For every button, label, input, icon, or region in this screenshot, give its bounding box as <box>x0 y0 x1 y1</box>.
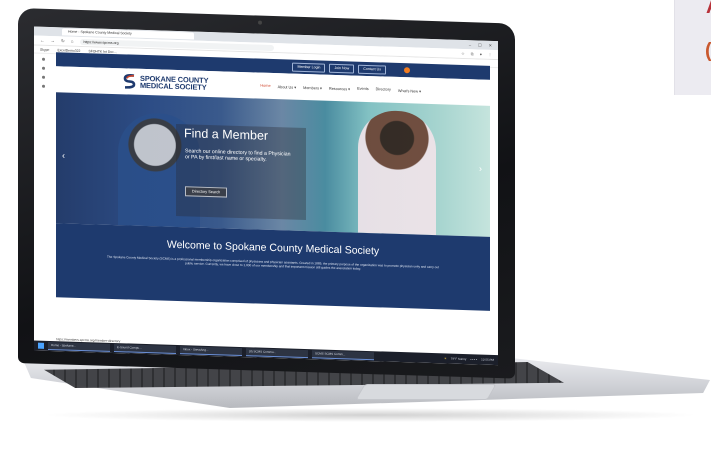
main-menu: Home About Us ▾ Members ▾ Resources ▾ Ev… <box>260 83 421 93</box>
taskbar-item[interactable]: Home - Spokane... <box>48 341 110 352</box>
close-icon[interactable]: ✕ <box>489 43 492 48</box>
taskbar: Home - Spokane... E-Sound Compu... Inbox… <box>34 340 498 366</box>
laptop-screen: Home - Spokane County Medical Society – … <box>34 26 498 366</box>
logo-s-icon <box>123 74 136 89</box>
site-logo[interactable]: SPOKANE COUNTY MEDICAL SOCIETY <box>122 73 208 92</box>
carousel-prev-icon[interactable]: ‹ <box>62 150 65 160</box>
taskbar-item[interactable]: (8) SCMS Commu... <box>246 348 308 359</box>
hero-carousel: Find a Member Search our online director… <box>56 92 490 237</box>
hero-title: Find a Member <box>184 126 269 143</box>
tray-clock[interactable]: 12:55 PM <box>481 358 494 362</box>
partial-card-glyph: ( <box>705 40 711 63</box>
welcome-section: Welcome to Spokane County Medical Societ… <box>56 223 490 311</box>
star-icon[interactable]: ☆ <box>461 51 465 56</box>
logo-text: SPOKANE COUNTY MEDICAL SOCIETY <box>140 73 209 92</box>
weather-icon[interactable]: ☀ <box>444 356 447 360</box>
menu-item-members[interactable]: Members ▾ <box>303 84 322 90</box>
member-login-button[interactable]: Member Login <box>292 62 326 73</box>
rail-icon[interactable] <box>42 75 45 79</box>
rail-icon[interactable] <box>42 66 45 70</box>
laptop-shadow <box>40 408 700 422</box>
menu-item-about[interactable]: About Us ▾ <box>278 84 297 90</box>
rail-icon[interactable] <box>42 57 45 61</box>
taskbar-item[interactable]: E-Sound Compu... <box>114 344 176 354</box>
menu-item-whats-new[interactable]: What's New ▾ <box>398 87 421 93</box>
tray-weather: 79°F Sunny <box>450 356 467 362</box>
address-icons: ☆ ⧉ ● ⋮ <box>461 51 492 57</box>
directory-search-button[interactable]: Directory Search <box>185 186 228 198</box>
taskbar-item[interactable]: SCMS SCMS Comm... <box>312 350 374 361</box>
laptop-trackpad <box>355 384 497 400</box>
reload-icon[interactable]: ↻ <box>61 38 65 44</box>
maximize-icon[interactable]: ☐ <box>478 42 482 47</box>
menu-item-events[interactable]: Events <box>357 86 369 91</box>
menu-item-directory[interactable]: Directory <box>376 87 391 92</box>
taskbar-item[interactable]: Inbox - SteveAng... <box>180 346 242 357</box>
tray-icons[interactable]: ▪ ▪ ▪ ▪ <box>470 357 477 361</box>
home-icon[interactable]: ⌂ <box>71 39 74 44</box>
minimize-icon[interactable]: – <box>469 42 471 47</box>
windows-start-icon[interactable] <box>38 342 44 349</box>
partial-card-glyph: A <box>706 0 711 19</box>
forward-icon[interactable]: → <box>51 38 56 43</box>
back-icon[interactable]: ← <box>40 38 45 43</box>
contact-us-button[interactable]: Contact Us <box>358 64 386 75</box>
window-controls: – ☐ ✕ <box>469 42 498 48</box>
laptop-lid: Home - Spokane County Medical Society – … <box>18 8 515 379</box>
system-tray: ☀ 79°F Sunny ▪ ▪ ▪ ▪ 12:55 PM <box>444 356 498 362</box>
social-icon[interactable] <box>404 67 410 74</box>
browser-side-rail <box>34 52 56 123</box>
carousel-next-icon[interactable]: › <box>479 163 482 173</box>
menu-item-home[interactable]: Home <box>260 83 270 88</box>
menu-item-resources[interactable]: Resources ▾ <box>329 85 350 91</box>
webcam <box>258 20 262 25</box>
profile-icon[interactable]: ● <box>480 52 482 57</box>
extensions-icon[interactable]: ⧉ <box>471 51 474 56</box>
menu-icon[interactable]: ⋮ <box>488 52 492 57</box>
rail-icon[interactable] <box>42 84 45 88</box>
hero-image-child <box>358 109 436 236</box>
join-now-button[interactable]: Join Now <box>329 63 355 74</box>
